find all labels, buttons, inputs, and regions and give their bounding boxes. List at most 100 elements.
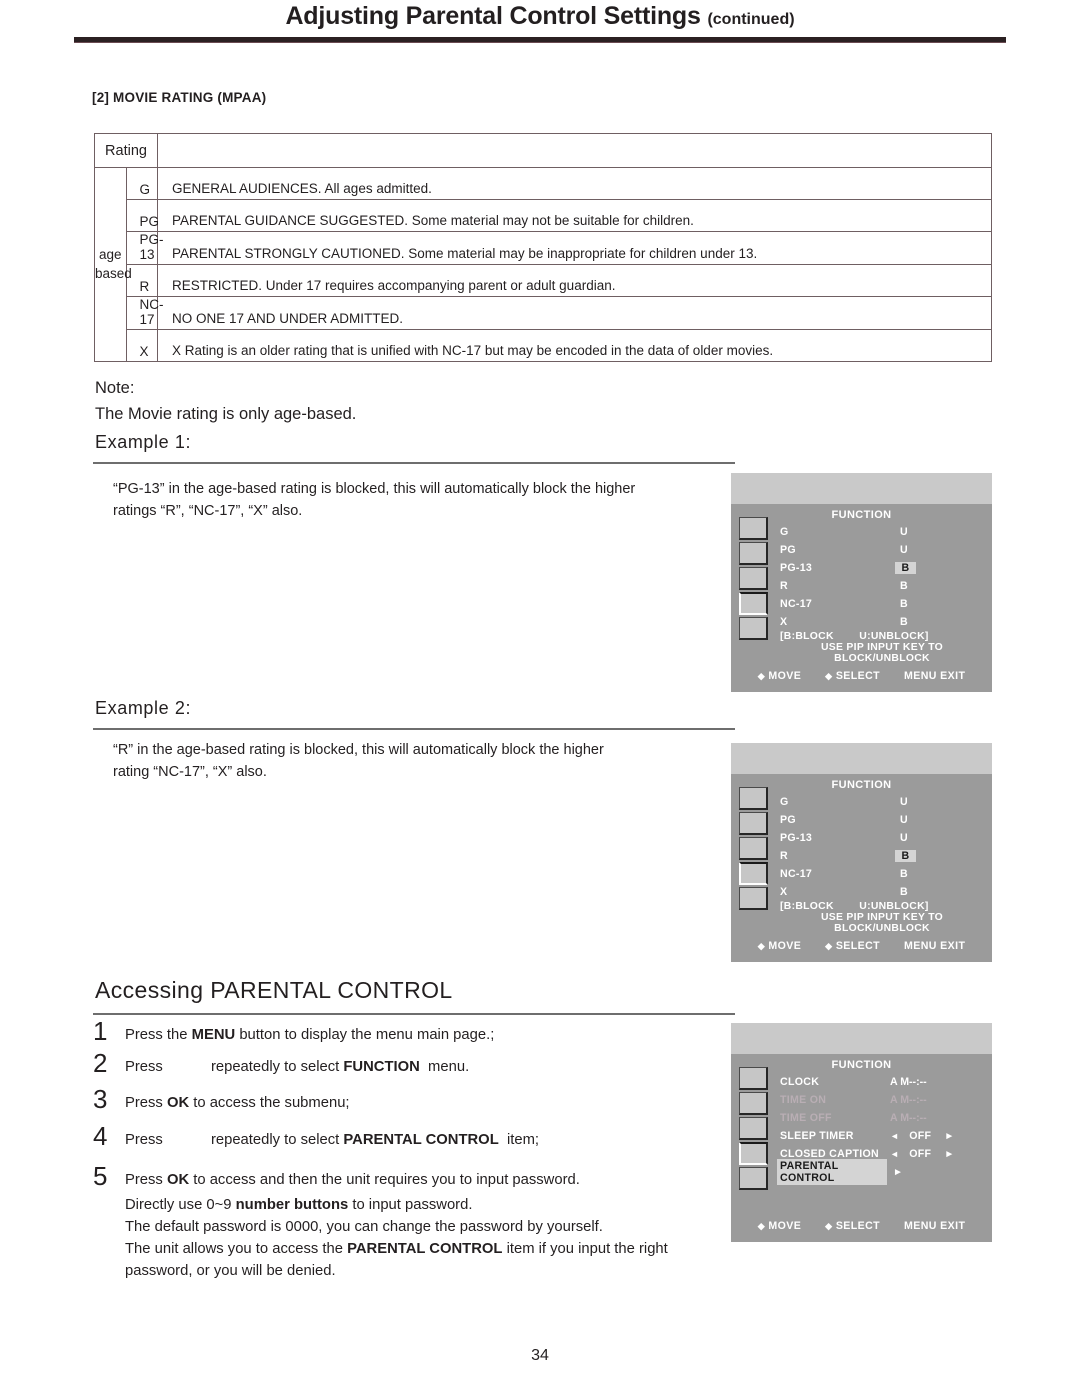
- chevron-right-icon[interactable]: ►: [944, 1149, 954, 1160]
- osd-row-value[interactable]: B: [884, 868, 924, 880]
- osd-legend-line3: BLOCK/UNBLOCK: [834, 653, 930, 664]
- age-based-label-line1: age: [98, 247, 122, 263]
- osd-row-value[interactable]: B: [884, 886, 924, 898]
- osd-screen-example1: FUNCTION G U PG U PG-13 B R B NC-17 B X: [731, 473, 992, 692]
- example1-line1: “PG-13” in the age-based rating is block…: [113, 481, 636, 497]
- chevron-left-icon[interactable]: ◄: [890, 1149, 899, 1159]
- osd-row-value[interactable]: U: [884, 526, 924, 538]
- chevron-right-icon[interactable]: ►: [893, 1167, 903, 1178]
- osd-row[interactable]: PG U: [780, 811, 982, 829]
- osd-row-label: X: [780, 886, 788, 898]
- osd-row-value[interactable]: B: [884, 598, 924, 610]
- substep-line: password, or you will be denied.: [125, 1262, 336, 1279]
- chevron-right-icon[interactable]: ►: [944, 1131, 954, 1142]
- osd-row[interactable]: X B: [780, 883, 982, 901]
- osd-row-value[interactable]: U: [884, 796, 924, 808]
- osd-tab-4-active[interactable]: [739, 862, 768, 885]
- osd-row-value[interactable]: A M--:--: [890, 1076, 976, 1088]
- osd-tab-5[interactable]: [739, 1167, 768, 1190]
- osd-tab-5[interactable]: [739, 887, 768, 910]
- header-divider: [74, 37, 1006, 43]
- osd-row-value[interactable]: U: [884, 814, 924, 826]
- page-title-continued: (continued): [707, 11, 795, 28]
- rating-code: G: [125, 167, 158, 200]
- osd-row-value[interactable]: U: [884, 544, 924, 556]
- osd-tab-strip[interactable]: [739, 1067, 770, 1192]
- rating-description: PARENTAL GUIDANCE SUGGESTED. Some materi…: [157, 199, 992, 232]
- osd-screen-example2: FUNCTION G U PG U PG-13 U R B NC-17 B X: [731, 743, 992, 962]
- osd-row-value[interactable]: A M--:--: [890, 1112, 976, 1124]
- osd-row[interactable]: G U: [780, 523, 982, 541]
- step-text: Press the MENU button to display the men…: [125, 1027, 495, 1043]
- list-item: 2 Press repeatedly to select FUNCTION me…: [93, 1050, 743, 1078]
- osd-row-value[interactable]: B: [884, 580, 924, 592]
- osd-tab-4-active[interactable]: [739, 592, 768, 615]
- osd-tab-1[interactable]: [739, 517, 768, 540]
- osd-row-value[interactable]: U: [884, 832, 924, 844]
- osd-row-value[interactable]: B: [884, 616, 924, 628]
- example1-heading: Example 1:: [95, 432, 192, 452]
- osd-row[interactable]: NC-17 B: [780, 595, 982, 613]
- move-diamond-icon: ◆: [757, 941, 766, 951]
- osd-row-time-off[interactable]: TIME OFF A M--:--: [780, 1109, 982, 1127]
- osd-row[interactable]: PG-13 B: [780, 559, 982, 577]
- osd-tab-3[interactable]: [739, 567, 768, 590]
- osd-title: FUNCTION: [831, 779, 892, 791]
- note-label: Note:: [95, 379, 135, 397]
- chevron-left-icon[interactable]: ◄: [890, 1131, 899, 1141]
- step-text: Press OK to access and then the unit req…: [125, 1171, 580, 1188]
- osd-row[interactable]: PG-13 U: [780, 829, 982, 847]
- table-header-row: Rating: [94, 133, 992, 168]
- rating-description: X Rating is an older rating that is unif…: [157, 329, 992, 362]
- osd-row[interactable]: X B: [780, 613, 982, 631]
- osd-row[interactable]: R B: [780, 847, 982, 865]
- rating-code: PG-13: [125, 231, 164, 265]
- osd-bottom-bar: ◆ MOVE ◆ SELECT MENU EXIT: [731, 1220, 992, 1232]
- osd-tab-5[interactable]: [739, 617, 768, 640]
- osd-tab-2[interactable]: [739, 812, 768, 835]
- osd-row[interactable]: PG U: [780, 541, 982, 559]
- osd-row[interactable]: R B: [780, 577, 982, 595]
- osd-row-label: NC-17: [780, 868, 813, 880]
- page-header: Adjusting Parental Control Settings (con…: [0, 0, 1080, 56]
- osd-row-value-stepper[interactable]: ◄ OFF ►: [890, 1148, 955, 1160]
- osd-row-value-stepper[interactable]: ◄ OFF ►: [890, 1130, 955, 1142]
- rating-header-cell: Rating: [94, 133, 158, 168]
- osd-row[interactable]: G U: [780, 793, 982, 811]
- osd-tab-4-active[interactable]: [739, 1142, 768, 1165]
- osd-row-value[interactable]: A M--:--: [890, 1094, 976, 1106]
- osd-function-rows: CLOCK A M--:-- TIME ON A M--:-- TIME OFF…: [777, 1073, 982, 1185]
- osd-tab-strip[interactable]: [739, 517, 770, 642]
- select-diamond-icon: ◆: [825, 1221, 833, 1231]
- example2-heading: Example 2:: [95, 698, 192, 718]
- osd-move-label: MOVE: [768, 940, 802, 952]
- osd-tab-strip[interactable]: [739, 787, 770, 912]
- step-text: Press repeatedly to select PARENTAL CONT…: [125, 1131, 540, 1148]
- osd-tab-3[interactable]: [739, 1117, 768, 1140]
- osd-select-group: ◆ SELECT: [825, 670, 880, 682]
- osd-row-label: PG-13: [780, 832, 813, 844]
- osd-top-band: [731, 743, 992, 774]
- osd-row-sleep-timer[interactable]: SLEEP TIMER ◄ OFF ►: [780, 1127, 982, 1145]
- osd-row-time-on[interactable]: TIME ON A M--:--: [780, 1091, 982, 1109]
- osd-tab-1[interactable]: [739, 1067, 768, 1090]
- osd-row-clock[interactable]: CLOCK A M--:--: [780, 1073, 982, 1091]
- step-text: Press repeatedly to select FUNCTION menu…: [125, 1059, 470, 1076]
- osd-row-value-selected[interactable]: B: [895, 562, 916, 574]
- osd-rating-rows: G U PG U PG-13 U R B NC-17 B X B: [780, 793, 982, 901]
- osd-tab-2[interactable]: [739, 1092, 768, 1115]
- osd-tab-2[interactable]: [739, 542, 768, 565]
- osd-title: FUNCTION: [831, 509, 892, 521]
- move-diamond-icon: ◆: [757, 671, 766, 681]
- osd-row[interactable]: NC-17 B: [780, 865, 982, 883]
- osd-tab-3[interactable]: [739, 837, 768, 860]
- list-item: 1 Press the MENU button to display the m…: [93, 1018, 743, 1046]
- osd-row-parental-control[interactable]: PARENTAL CONTROL ►: [777, 1159, 982, 1185]
- osd-tab-1[interactable]: [739, 787, 768, 810]
- section-heading: [2] MOVIE RATING (MPAA): [92, 90, 267, 105]
- osd-legend: [B:BLOCK U:UNBLOCK] USE PIP INPUT KEY TO…: [780, 631, 984, 664]
- osd-select-label: SELECT: [835, 1220, 881, 1232]
- osd-top-band: [731, 473, 992, 504]
- osd-legend: [B:BLOCK U:UNBLOCK] USE PIP INPUT KEY TO…: [780, 901, 984, 934]
- osd-row-value-selected[interactable]: B: [895, 850, 916, 862]
